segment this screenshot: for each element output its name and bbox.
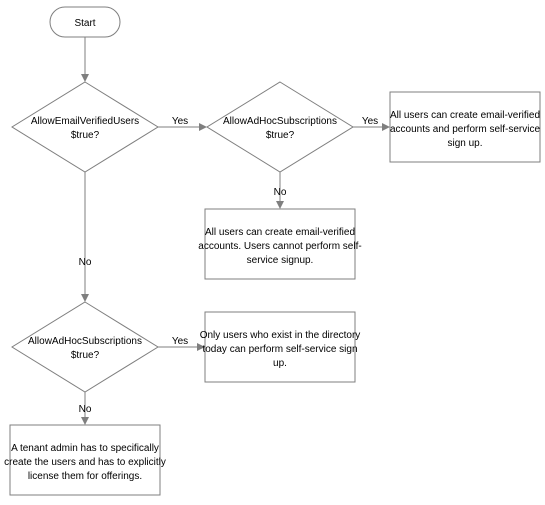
node-o4: A tenant admin has to specifically creat… (4, 425, 166, 495)
o3-line1: Only users who exist in the directory (200, 330, 361, 341)
edge-start-d1 (81, 37, 89, 82)
o4-line3: license them for offerings. (28, 471, 142, 482)
edge-d1-d2: Yes (158, 116, 207, 131)
node-d1: AllowEmailVerifiedUsers $true? (12, 82, 158, 172)
o1-line2: accounts and perform self-service (390, 124, 541, 135)
o2-line3: service signup. (247, 255, 314, 266)
node-o2: All users can create email-verified acco… (198, 209, 361, 279)
node-d3: AllowAdHocSubscriptions $true? (12, 302, 158, 392)
node-start: Start (50, 7, 120, 37)
edge-d2-o2-label: No (274, 187, 287, 198)
node-o1: All users can create email-verified acco… (390, 92, 541, 162)
o1-line3: sign up. (447, 138, 482, 149)
o1-line1: All users can create email-verified (390, 110, 540, 121)
d3-label-line1: AllowAdHocSubscriptions (28, 336, 142, 347)
d2-label-line1: AllowAdHocSubscriptions (223, 116, 337, 127)
edge-d1-d2-label: Yes (172, 116, 188, 127)
d2-label-line2: $true? (266, 130, 295, 141)
o4-line2: create the users and has to explicitly (4, 457, 166, 468)
d1-label-line1: AllowEmailVerifiedUsers (31, 116, 139, 127)
edge-d2-o1-label: Yes (362, 116, 378, 127)
edge-d1-d3-label: No (79, 257, 92, 268)
start-label: Start (74, 18, 95, 29)
edge-d3-o4-label: No (79, 404, 92, 415)
flowchart: Start AllowEmailVerifiedUsers $true? Yes… (0, 0, 545, 505)
d3-label-line2: $true? (71, 350, 100, 361)
edge-d3-o3-label: Yes (172, 336, 188, 347)
edge-d2-o1: Yes (353, 116, 390, 131)
node-o3: Only users who exist in the directory to… (200, 312, 361, 382)
edge-d3-o3: Yes (158, 336, 205, 351)
edge-d2-o2: No (274, 172, 287, 209)
edge-d3-o4: No (79, 392, 92, 425)
o3-line3: up. (273, 358, 287, 369)
o3-line2: today can perform self-service sign (202, 344, 357, 355)
node-d2: AllowAdHocSubscriptions $true? (207, 82, 353, 172)
o2-line1: All users can create email-verified (205, 227, 355, 238)
edge-d1-d3: No (79, 172, 92, 302)
o4-line1: A tenant admin has to specifically (11, 443, 159, 454)
o2-line2: accounts. Users cannot perform self- (198, 241, 361, 252)
d1-label-line2: $true? (71, 130, 100, 141)
